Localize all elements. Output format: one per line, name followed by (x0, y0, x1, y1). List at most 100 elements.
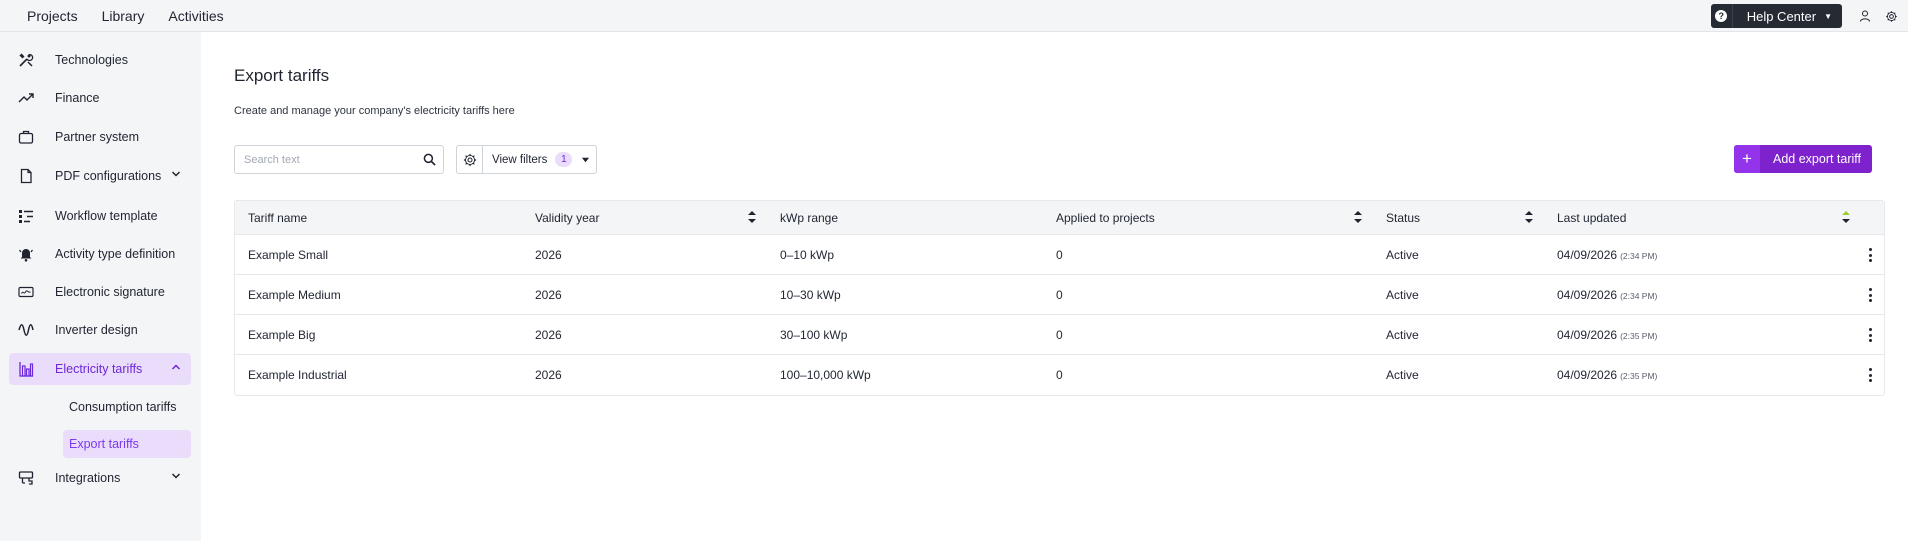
nav-library[interactable]: Library (102, 8, 145, 24)
tools-icon (17, 51, 35, 69)
cell-last-updated: 04/09/2026 (2:35 PM) (1557, 368, 1657, 382)
top-bar: Projects Library Activities ? Help Cente… (0, 0, 1908, 32)
caret-down-icon (582, 157, 590, 163)
sidebar-item-label: Partner system (55, 130, 140, 144)
cell-tariff-name: Example Industrial (248, 368, 347, 382)
top-right-actions: ? Help Center ▼ (1710, 0, 1908, 32)
sidebar-item-workflow-template[interactable]: Workflow template (9, 200, 191, 232)
cell-kwp-range: 10–30 kWp (780, 288, 841, 302)
user-icon[interactable] (1852, 0, 1878, 32)
date-text: 04/09/2026 (1557, 368, 1618, 382)
date-text: 04/09/2026 (1557, 288, 1618, 302)
cell-tariff-name: Example Medium (248, 288, 341, 302)
filter-settings-gear-icon[interactable] (457, 146, 483, 173)
page-title: Export tariffs (234, 66, 330, 85)
sidebar: Technologies Finance Partner system PDF … (0, 32, 201, 541)
tariffs-table: Tariff name Validity year kWp range Appl… (234, 200, 1885, 396)
chevron-down-icon (171, 473, 181, 479)
table-row[interactable]: Example Industrial 2026 100–10,000 kWp 0… (235, 355, 1884, 395)
help-center-label: Help Center (1746, 8, 1817, 24)
cell-applied-to-projects: 0 (1056, 248, 1063, 262)
sort-icon[interactable] (747, 209, 757, 225)
cell-validity-year: 2026 (535, 328, 562, 342)
integrations-icon (17, 469, 35, 487)
cell-status: Active (1386, 368, 1419, 382)
chevron-up-icon (171, 364, 181, 370)
table-row[interactable]: Example Small 2026 0–10 kWp 0 Active 04/… (235, 235, 1884, 275)
sort-icon[interactable] (1353, 209, 1363, 225)
cell-last-updated: 04/09/2026 (2:35 PM) (1557, 328, 1657, 342)
sidebar-item-electricity-tariffs[interactable]: Electricity tariffs (9, 353, 191, 385)
cell-status: Active (1386, 248, 1419, 262)
sidebar-item-label: Finance (55, 91, 100, 105)
search-input[interactable] (244, 153, 414, 166)
view-filters-button[interactable]: View filters 1 (456, 145, 597, 174)
sidebar-item-label: Activity type definition (55, 247, 176, 261)
sidebar-subitem-label: Consumption tariffs (69, 400, 177, 414)
sort-descending-icon[interactable] (1841, 209, 1851, 225)
more-options-icon[interactable] (1864, 246, 1876, 264)
sidebar-item-label: Inverter design (55, 323, 138, 337)
cell-last-updated: 04/09/2026 (2:34 PM) (1557, 288, 1657, 302)
cell-tariff-name: Example Big (248, 328, 316, 342)
nav-activities[interactable]: Activities (168, 8, 223, 24)
sidebar-item-label: Workflow template (55, 209, 158, 223)
table-row[interactable]: Example Medium 2026 10–30 kWp 0 Active 0… (235, 275, 1884, 315)
bell-icon (17, 245, 35, 263)
more-options-icon[interactable] (1864, 326, 1876, 344)
cell-validity-year: 2026 (535, 248, 562, 262)
column-header-tariff-name[interactable]: Tariff name (248, 211, 307, 225)
view-filters-label: View filters (492, 153, 548, 166)
column-header-kwp-range[interactable]: kWp range (780, 211, 838, 225)
nav-projects[interactable]: Projects (27, 8, 78, 24)
settings-gear-icon[interactable] (1878, 0, 1904, 32)
cell-tariff-name: Example Small (248, 248, 329, 262)
add-export-tariff-button[interactable]: + Add export tariff (1734, 145, 1872, 173)
sidebar-item-pdf-configurations[interactable]: PDF configurations (9, 160, 191, 192)
search-icon[interactable] (423, 153, 436, 166)
sidebar-subitem-export-tariffs[interactable]: Export tariffs (63, 430, 191, 458)
time-text: (2:35 PM) (1620, 331, 1658, 341)
wave-icon (17, 321, 35, 339)
cell-kwp-range: 0–10 kWp (780, 248, 835, 262)
column-header-last-updated[interactable]: Last updated (1557, 211, 1626, 225)
column-header-applied-to-projects[interactable]: Applied to projects (1056, 211, 1155, 225)
date-text: 04/09/2026 (1557, 328, 1618, 342)
cell-kwp-range: 100–10,000 kWp (780, 368, 871, 382)
sidebar-item-inverter-design[interactable]: Inverter design (9, 314, 191, 346)
sidebar-item-electronic-signature[interactable]: Electronic signature (9, 276, 191, 308)
add-export-tariff-label: Add export tariff (1773, 152, 1862, 166)
plus-icon: + (1734, 145, 1760, 173)
sort-icon[interactable] (1524, 209, 1534, 225)
cell-kwp-range: 30–100 kWp (780, 328, 848, 342)
more-options-icon[interactable] (1864, 286, 1876, 304)
sidebar-item-integrations[interactable]: Integrations (9, 462, 191, 494)
page-subtitle: Create and manage your company's electri… (234, 105, 515, 117)
sidebar-item-activity-type-definition[interactable]: Activity type definition (9, 238, 191, 270)
search-box (234, 145, 444, 174)
time-text: (2:34 PM) (1620, 291, 1658, 301)
sidebar-item-technologies[interactable]: Technologies (9, 44, 191, 76)
sidebar-item-label: Electricity tariffs (55, 362, 143, 376)
column-header-status[interactable]: Status (1386, 211, 1420, 225)
sidebar-item-partner-system[interactable]: Partner system (9, 121, 191, 153)
filters-count-badge: 1 (555, 152, 573, 167)
sidebar-item-finance[interactable]: Finance (9, 82, 191, 114)
cell-applied-to-projects: 0 (1056, 288, 1063, 302)
cell-status: Active (1386, 288, 1419, 302)
cell-applied-to-projects: 0 (1056, 368, 1063, 382)
document-icon (17, 167, 35, 185)
sidebar-subitem-consumption-tariffs[interactable]: Consumption tariffs (63, 393, 191, 421)
time-text: (2:35 PM) (1620, 371, 1658, 381)
signature-icon (17, 283, 35, 301)
cell-applied-to-projects: 0 (1056, 328, 1063, 342)
main-content: Export tariffs Create and manage your co… (201, 32, 1908, 541)
help-center-button[interactable]: ? Help Center ▼ (1710, 4, 1842, 28)
more-options-icon[interactable] (1864, 366, 1876, 384)
table-row[interactable]: Example Big 2026 30–100 kWp 0 Active 04/… (235, 315, 1884, 355)
column-header-validity-year[interactable]: Validity year (535, 211, 599, 225)
sidebar-item-label: Technologies (55, 53, 128, 67)
sidebar-subitem-label: Export tariffs (69, 437, 139, 451)
table-header: Tariff name Validity year kWp range Appl… (235, 201, 1884, 235)
caret-down-icon: ▼ (1824, 11, 1832, 21)
